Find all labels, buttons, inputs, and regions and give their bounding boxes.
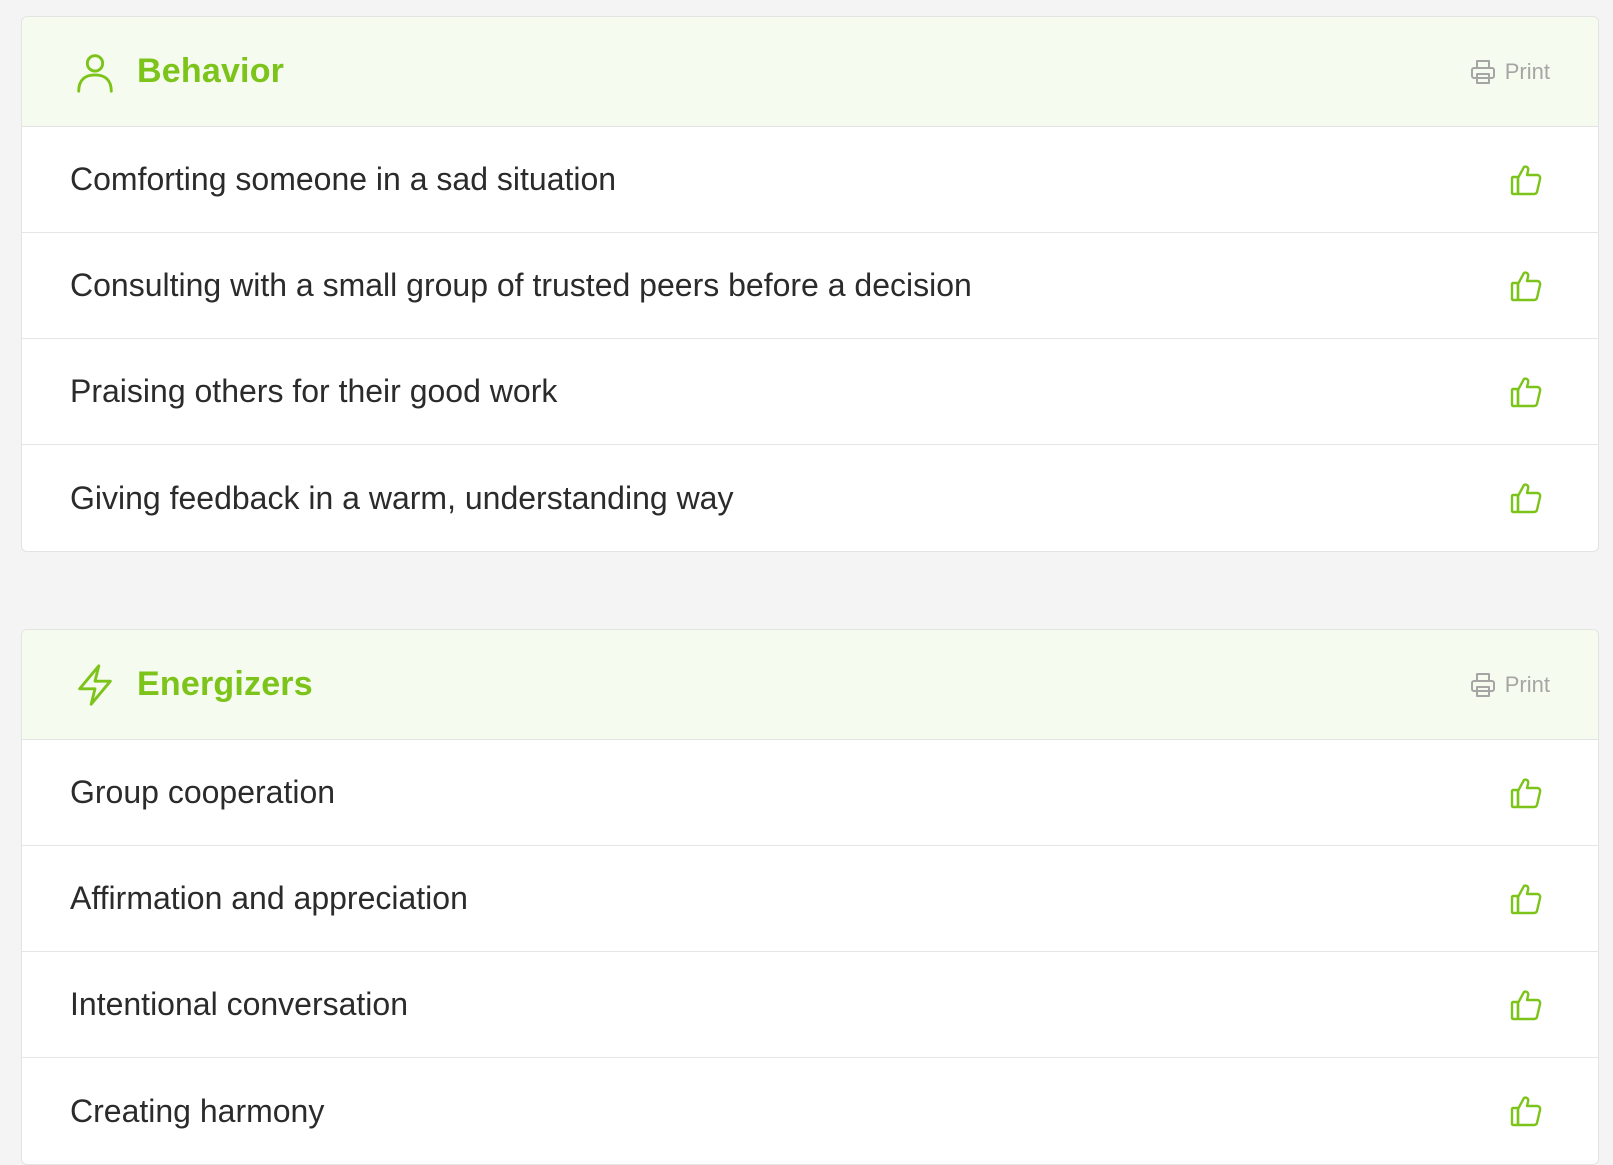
behavior-header: Behavior Print (22, 17, 1598, 127)
print-label: Print (1504, 671, 1550, 697)
printer-icon (1470, 59, 1495, 84)
thumbs-up-icon[interactable] (1508, 162, 1544, 198)
list-item: Giving feedback in a warm, understanding… (22, 445, 1598, 551)
item-label: Intentional conversation (70, 986, 408, 1022)
list-item: Group cooperation (22, 740, 1598, 846)
person-icon (71, 48, 119, 96)
lightning-icon (71, 661, 119, 709)
list-item: Creating harmony (22, 1058, 1598, 1164)
list-item: Praising others for their good work (22, 339, 1598, 445)
print-button[interactable]: Print (1469, 58, 1550, 86)
thumbs-up-icon[interactable] (1508, 268, 1544, 304)
thumbs-up-icon[interactable] (1508, 881, 1544, 917)
energizers-card: Energizers Print Group cooperation Affir… (21, 629, 1599, 1165)
print-button[interactable]: Print (1469, 671, 1550, 699)
energizers-header: Energizers Print (22, 630, 1598, 740)
thumbs-up-icon[interactable] (1508, 1093, 1544, 1129)
item-label: Group cooperation (70, 774, 336, 810)
list-item: Affirmation and appreciation (22, 846, 1598, 952)
item-label: Affirmation and appreciation (70, 880, 468, 916)
thumbs-up-icon[interactable] (1508, 374, 1544, 410)
thumbs-up-icon[interactable] (1508, 775, 1544, 811)
item-label: Comforting someone in a sad situation (70, 161, 617, 197)
list-item: Consulting with a small group of trusted… (22, 233, 1598, 339)
section-title: Behavior (137, 52, 285, 90)
list-item: Comforting someone in a sad situation (22, 127, 1598, 233)
item-label: Consulting with a small group of trusted… (70, 267, 972, 303)
section-title: Energizers (137, 665, 313, 703)
thumbs-up-icon[interactable] (1508, 480, 1544, 516)
thumbs-up-icon[interactable] (1508, 987, 1544, 1023)
item-label: Praising others for their good work (70, 373, 558, 409)
list-item: Intentional conversation (22, 952, 1598, 1058)
printer-icon (1470, 672, 1495, 697)
behavior-card: Behavior Print Comforting someone in a s… (21, 16, 1599, 552)
print-label: Print (1504, 58, 1550, 84)
item-label: Creating harmony (70, 1092, 325, 1129)
item-label: Giving feedback in a warm, understanding… (70, 479, 734, 516)
